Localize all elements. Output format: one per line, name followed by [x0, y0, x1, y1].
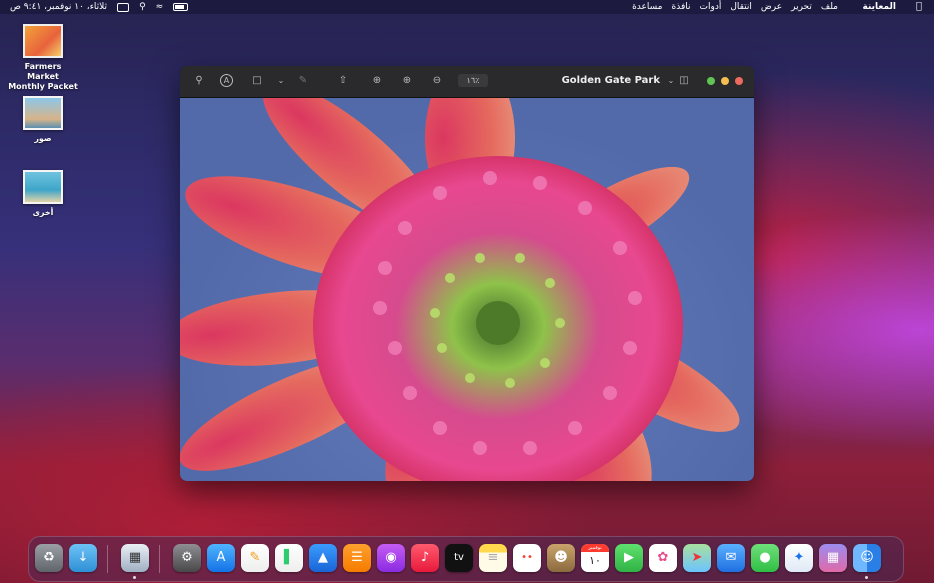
running-indicator [865, 576, 868, 579]
zoom-out-icon[interactable]: ⊖ [430, 74, 444, 88]
contacts-icon[interactable]: ☻ [547, 544, 575, 572]
close-button[interactable] [735, 77, 743, 85]
photos-icon[interactable]: ✿ [649, 544, 677, 572]
pages-icon[interactable]: ✎ [241, 544, 269, 572]
dock: ♻ ↓ ▦ ⚙ A ✎ ▌ ▲ ☰ ◉ ♪ tv ≡ •• ☻ نوفمبر ١… [28, 536, 904, 582]
apple-menu-icon[interactable]:  [916, 1, 922, 12]
safari-icon[interactable]: ✦ [785, 544, 813, 572]
menu-view[interactable]: عرض [761, 2, 782, 12]
window-toolbar: ⚲ A □ ⌄ ✎ ⇧ ⊕ ⊕ ⊖ ١٦٪ Golden Gate Park ⌄… [180, 66, 754, 98]
tv-icon[interactable]: tv [445, 544, 473, 572]
zoom-window-button[interactable] [707, 77, 715, 85]
menubar-clock[interactable]: ثلاثاء، ١٠ نوفمبر، ٩:٤١ ص [10, 2, 107, 12]
menu-window[interactable]: نافذة [672, 2, 691, 12]
minimize-button[interactable] [721, 77, 729, 85]
flower-illustration [180, 98, 740, 481]
photo-icon [23, 170, 63, 204]
menu-help[interactable]: مساعدة [632, 2, 662, 12]
rotate-icon[interactable]: □ [250, 74, 264, 88]
search-icon[interactable]: ⚲ [192, 74, 206, 88]
menu-bar:  المعاينة ملف تحرير عرض انتقال أدوات نا… [0, 0, 934, 14]
podcasts-icon[interactable]: ◉ [377, 544, 405, 572]
control-center-icon[interactable] [117, 2, 130, 12]
chevron-down-icon[interactable]: ⌄ [274, 74, 288, 88]
battery-icon[interactable] [173, 3, 189, 11]
document-icon [23, 24, 63, 58]
zoom-level-field[interactable]: ١٦٪ [458, 74, 488, 87]
menu-file[interactable]: ملف [821, 2, 838, 12]
mail-icon[interactable]: ✉ [717, 544, 745, 572]
messages-icon[interactable]: ● [751, 544, 779, 572]
books-icon[interactable]: ☰ [343, 544, 371, 572]
desktop-item-label: Farmers Market Monthly Packet [8, 62, 78, 91]
launchpad-icon[interactable]: ▦ [819, 544, 847, 572]
chevron-down-icon[interactable]: ⌄ [664, 74, 678, 88]
window-title: Golden Gate Park [561, 75, 660, 86]
desktop-item-photos[interactable]: صور [8, 96, 78, 144]
preview-window: ⚲ A □ ⌄ ✎ ⇧ ⊕ ⊕ ⊖ ١٦٪ Golden Gate Park ⌄… [180, 66, 754, 481]
flower-image [180, 98, 754, 481]
facetime-icon[interactable]: ▶ [615, 544, 643, 572]
finder-icon[interactable]: ☺ [853, 544, 881, 572]
dock-separator [159, 545, 160, 573]
zoom-fit-icon[interactable]: ⊕ [400, 74, 414, 88]
notes-icon[interactable]: ≡ [479, 544, 507, 572]
desktop-item-other[interactable]: أخرى [8, 170, 78, 218]
wifi-icon[interactable]: ≈ [156, 2, 164, 12]
app-menu[interactable]: المعاينة [863, 2, 896, 12]
desktop-item-label: أخرى [32, 208, 54, 217]
music-icon[interactable]: ♪ [411, 544, 439, 572]
system-preferences-icon[interactable]: ⚙ [173, 544, 201, 572]
markup-icon[interactable]: A [220, 74, 233, 87]
search-icon[interactable]: ⚲ [139, 2, 146, 12]
reminders-icon[interactable]: •• [513, 544, 541, 572]
calendar-day: ١٠ [589, 554, 601, 567]
app-store-icon[interactable]: A [207, 544, 235, 572]
share-icon[interactable]: ⇧ [336, 74, 350, 88]
maps-icon[interactable]: ➤ [683, 544, 711, 572]
photo-stack-icon [23, 96, 63, 130]
menu-tools[interactable]: أدوات [700, 2, 722, 12]
status-area: ثلاثاء، ١٠ نوفمبر، ٩:٤١ ص ⚲ ≈ [10, 2, 189, 12]
numbers-icon[interactable]: ▌ [275, 544, 303, 572]
menu-edit[interactable]: تحرير [791, 2, 812, 12]
preview-app-icon[interactable]: ▦ [121, 544, 149, 572]
dock-separator [107, 545, 108, 573]
desktop-item-label: صور [34, 134, 52, 143]
calendar-icon[interactable]: نوفمبر ١٠ [581, 544, 609, 572]
zoom-in-icon[interactable]: ⊕ [370, 74, 384, 88]
keynote-icon[interactable]: ▲ [309, 544, 337, 572]
menu-go[interactable]: انتقال [730, 2, 752, 12]
highlight-icon[interactable]: ✎ [296, 74, 310, 88]
downloads-folder-icon[interactable]: ↓ [69, 544, 97, 572]
desktop-item-farmers-market[interactable]: Farmers Market Monthly Packet [8, 24, 78, 92]
menu-items: ملف تحرير عرض انتقال أدوات نافذة مساعدة [632, 2, 838, 12]
running-indicator [133, 576, 136, 579]
sidebar-icon[interactable]: ◫ [677, 74, 691, 88]
trash-icon[interactable]: ♻ [35, 544, 63, 572]
calendar-month: نوفمبر [581, 544, 609, 552]
